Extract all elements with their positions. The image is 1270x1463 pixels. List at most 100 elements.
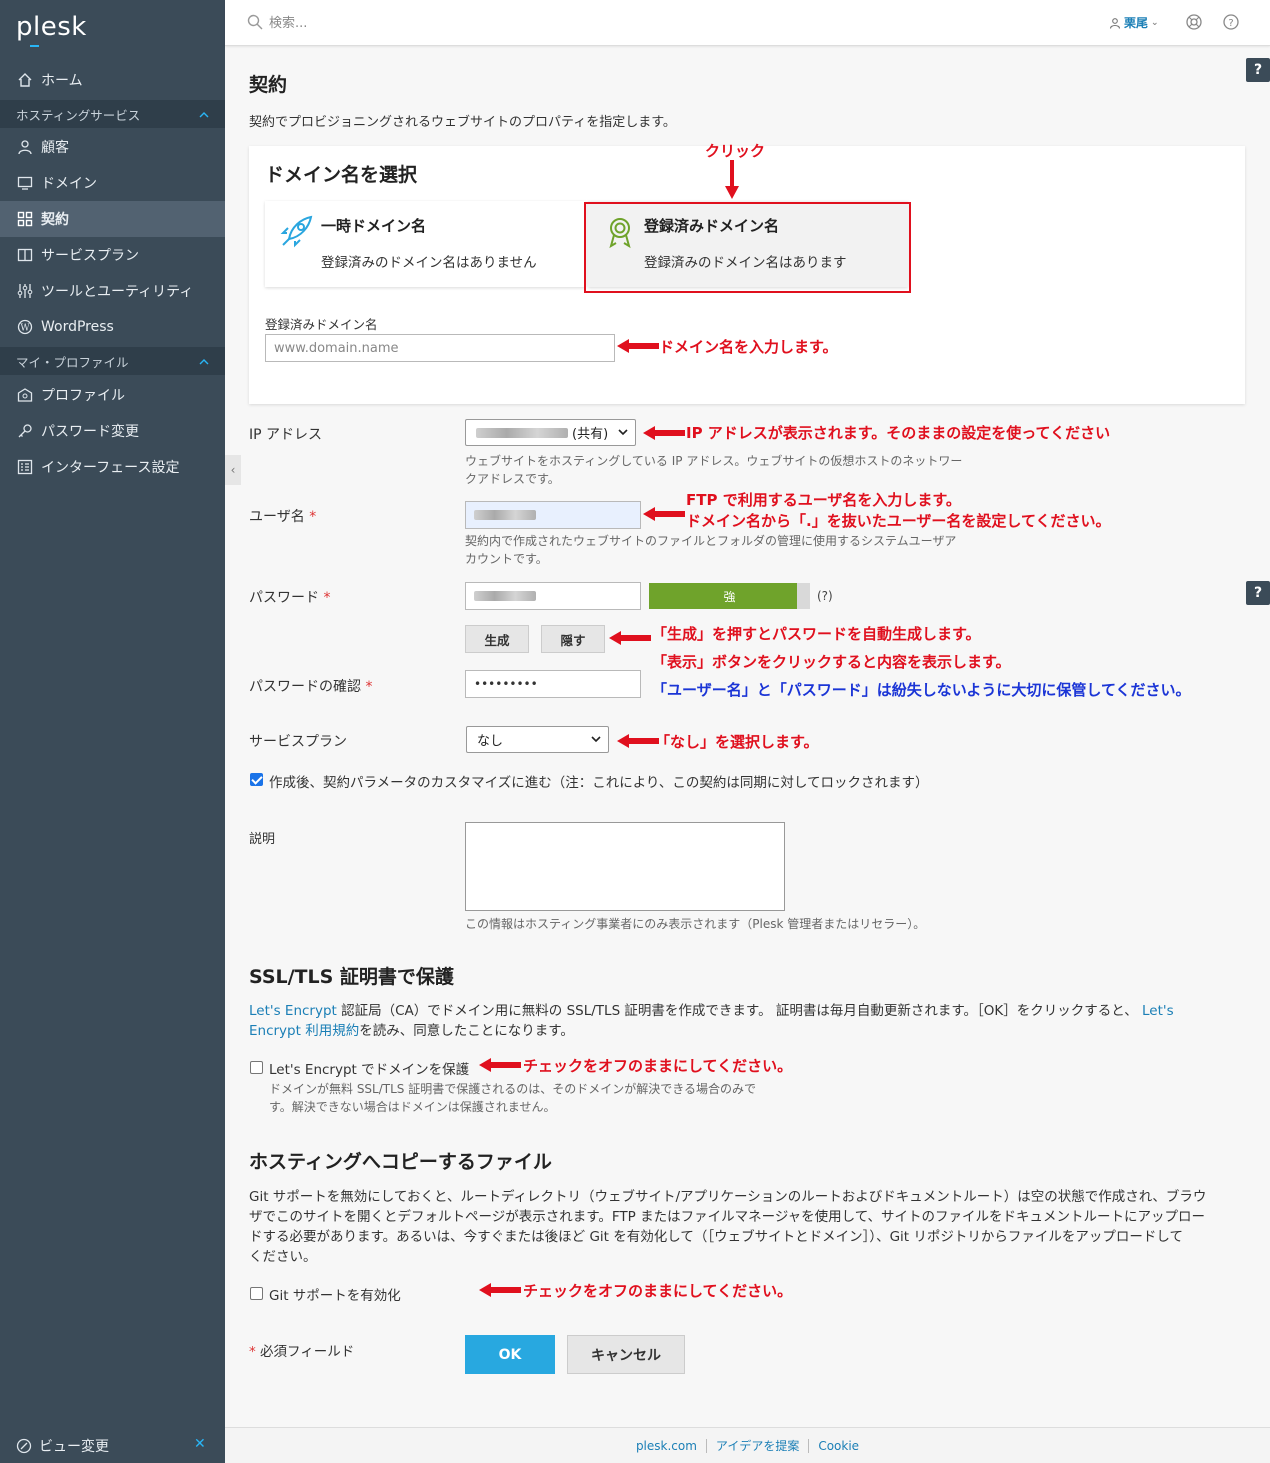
eye-icon [16,1438,32,1454]
settings-panel-icon [16,458,34,476]
git-checkbox[interactable] [250,1287,263,1300]
sidebar-item-interface-settings[interactable]: インターフェース設定 [0,449,225,485]
files-description: Git サポートを無効にしておくと、ルートディレクトリ（ウェブサイト/アプリケー… [249,1189,1207,1265]
sliders-icon [16,282,34,300]
arrow-left-icon [617,734,659,748]
sidebar-item-change-password[interactable]: パスワード変更 [0,413,225,449]
context-help-button[interactable]: ? [1246,58,1270,82]
chevron-up-icon [199,355,209,370]
description-hint: この情報はホスティング事業者にのみ表示されます（Plesk 管理者またはリセラー… [465,917,926,931]
cancel-button[interactable]: キャンセル [567,1335,685,1374]
sidebar: plesk ホーム ホスティングサービス 顧客 ドメイン 契約 サービスプラン … [0,0,225,1463]
sidebar-item-label: 契約 [41,212,69,228]
sidebar-item-customers[interactable]: 顧客 [0,129,225,165]
sidebar-item-label: プロファイル [41,388,125,404]
customize-checkbox[interactable] [250,773,263,786]
password-help-button[interactable]: ? [1246,581,1270,605]
user-menu[interactable]: 栗尾 ⌄ [1109,14,1159,31]
sidebar-collapse-handle[interactable]: ‹ [225,455,241,485]
monitor-icon [16,174,34,192]
sidebar-item-wordpress[interactable]: W WordPress [0,309,225,345]
letsencrypt-checkbox[interactable] [250,1061,263,1074]
ssl-section-title: SSL/TLS 証明書で保護 [249,966,454,988]
customize-checkbox-label: 作成後、契約パラメータのカスタマイズに進む（注：これにより、この契約は同期に対し… [269,775,929,791]
annotation-password-1: 「生成」を押すとパスワードを自動生成します。 [652,625,981,643]
arrow-left-icon [617,339,659,353]
search-icon [247,14,263,29]
annotation-click: クリック [705,142,766,160]
letsencrypt-link[interactable]: Let's Encrypt [249,1003,337,1019]
required-field-note: * 必須フィールド [249,1344,355,1360]
change-view-label: ビュー変更 [39,1439,109,1455]
footer-link-idea[interactable]: アイデアを提案 [716,1437,799,1454]
sidebar-item-service-plans[interactable]: サービスプラン [0,237,225,273]
annotation-user-2: ドメイン名から「.」を抜いたユーザー名を設定してください。 [686,512,1111,530]
redacted-username [474,510,536,520]
ip-address-select[interactable]: (共有) [465,419,636,446]
rocket-icon [280,215,313,248]
git-checkbox-label: Git サポートを有効化 [269,1288,401,1304]
ip-address-label: IP アドレス [249,427,323,443]
sidebar-item-label: サービスプラン [41,248,139,264]
id-card-icon [16,386,34,404]
search-input[interactable]: 検索... [247,12,307,31]
sidebar-item-domains[interactable]: ドメイン [0,165,225,201]
password-confirm-label: パスワードの確認 * [249,679,373,695]
annotation-domain-input: ドメイン名を入力します。 [659,338,838,356]
svg-text:?: ? [1228,18,1233,29]
section-label: ホスティングサービス [16,107,141,123]
annotation-ssl: チェックをオフのままにしてください。 [523,1057,793,1075]
sidebar-item-subscriptions[interactable]: 契約 [0,201,225,237]
footer-link-plesk[interactable]: plesk.com [636,1439,697,1453]
sidebar-item-label: パスワード変更 [41,424,139,440]
letsencrypt-hint: ドメインが無料 SSL/TLS 証明書で保護されるのは、そのドメインが解決できる… [269,1082,756,1114]
sidebar-item-label: インターフェース設定 [41,460,180,476]
temporary-domain-option[interactable]: 一時ドメイン名 登録済みのドメイン名はありません [265,201,585,287]
domain-field-label: 登録済みドメイン名 [265,317,378,332]
ip-select-value: (共有) [572,427,609,442]
sidebar-section-profile[interactable]: マイ・プロファイル [0,347,225,375]
letsencrypt-checkbox-label: Let's Encrypt でドメインを保護 [269,1062,470,1078]
username-label: ユーザ名 * [249,509,317,525]
help-icon[interactable]: ? [1222,13,1240,31]
service-plan-select[interactable]: なし [466,726,609,753]
password-label: パスワード * [249,590,331,606]
username-input[interactable] [465,501,641,529]
top-header: 検索... 栗尾 ⌄ ? [225,0,1270,46]
annotation-password-3: 「ユーザー名」と「パスワード」は紛失しないように大切に保管してください。 [652,681,1191,699]
strength-help-link[interactable]: (?) [817,589,833,603]
chevron-down-icon [591,736,601,743]
annotation-ip: IP アドレスが表示されます。そのままの設定を使ってください [686,424,1111,442]
temporary-domain-title: 一時ドメイン名 [321,217,427,235]
search-placeholder: 検索... [269,16,308,31]
book-icon [16,246,34,264]
wordpress-icon: W [16,318,34,336]
arrow-left-icon [479,1058,521,1072]
sidebar-item-profile[interactable]: プロファイル [0,377,225,413]
chevron-down-icon: ⌄ [1151,17,1159,28]
sidebar-item-label: 顧客 [41,140,69,156]
password-confirm-input[interactable]: ••••••••• [465,670,641,698]
footer-link-cookie[interactable]: Cookie [818,1439,859,1453]
help-lifebuoy-icon[interactable] [1185,13,1203,31]
plesk-logo[interactable]: plesk [16,12,87,47]
sidebar-item-label: WordPress [41,319,114,335]
hide-password-button[interactable]: 隠す [541,625,605,653]
password-input[interactable] [465,582,641,610]
change-view-button[interactable]: ビュー変更 ✕ [16,1436,206,1456]
generate-password-button[interactable]: 生成 [465,625,529,653]
sidebar-item-home[interactable]: ホーム [0,62,225,98]
sidebar-item-tools[interactable]: ツールとユーティリティ [0,273,225,309]
close-icon[interactable]: ✕ [194,1436,206,1452]
svg-text:W: W [20,324,30,334]
domain-name-input[interactable]: www.domain.name [265,334,615,362]
section-label: マイ・プロファイル [16,354,129,370]
grid-icon [16,210,34,228]
ok-button[interactable]: OK [465,1335,555,1374]
arrow-left-icon [479,1283,521,1297]
service-plan-label: サービスプラン [249,734,347,750]
sidebar-section-hosting[interactable]: ホスティングサービス [0,100,225,128]
description-textarea[interactable] [465,822,785,911]
arrow-down-icon [725,160,739,199]
annotation-plan: 「なし」を選択します。 [655,733,819,751]
